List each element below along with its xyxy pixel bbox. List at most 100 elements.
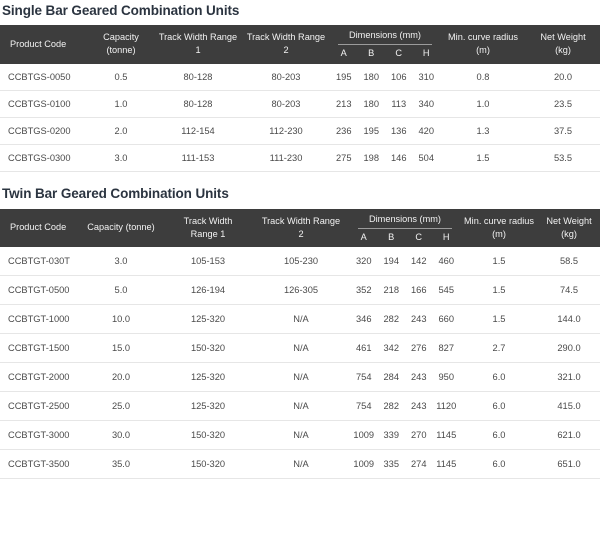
cell-min-curve-radius: 1.5 <box>460 304 538 335</box>
cell-dim-h: 950 <box>438 372 454 383</box>
cell-min-curve-radius: 1.5 <box>460 247 538 277</box>
cell-dim-c: 243 <box>410 314 427 325</box>
cell-track-width-range-1: 105-153 <box>164 247 252 277</box>
cell-track-width-range-2: 112-230 <box>242 117 330 145</box>
col-header-dimensions-group: Dimensions (mm) A B C H <box>330 25 440 64</box>
cell-dim-a: 275 <box>335 152 352 163</box>
table-row: CCBTGS-0200 2.0 112-154 112-230 236 195 … <box>0 117 600 145</box>
table-row: CCBTGS-0050 0.5 80-128 80-203 195 180 10… <box>0 63 600 91</box>
cell-capacity: 2.0 <box>88 117 154 145</box>
table-row: CCBTGT-030T 3.0 105-153 105-230 320 194 … <box>0 247 600 277</box>
cell-product-code: CCBTGS-0050 <box>0 63 88 91</box>
col-header-min-curve-radius: Min. curve radius (m) <box>440 25 526 64</box>
cell-track-width-range-1: 80-128 <box>154 63 242 91</box>
col-header-track-width-range-2: Track Width Range 2 <box>252 208 350 248</box>
cell-net-weight: 290.0 <box>538 333 600 364</box>
cell-net-weight: 144.0 <box>538 304 600 335</box>
cell-dim-c: 270 <box>410 430 427 441</box>
cell-net-weight: 53.5 <box>526 144 600 172</box>
cell-dim-c: 243 <box>410 372 427 383</box>
cell-track-width-range-2: 126-305 <box>252 275 350 306</box>
cell-capacity: 15.0 <box>78 333 164 364</box>
cell-min-curve-radius: 1.0 <box>440 90 526 118</box>
cell-track-width-range-2: N/A <box>252 304 350 335</box>
cell-dim-b: 282 <box>383 314 399 325</box>
spec-tables-page: Single Bar Geared Combination Units Prod… <box>0 0 600 548</box>
cell-dim-h: 460 <box>438 256 454 267</box>
cell-track-width-range-2: N/A <box>252 391 350 422</box>
single-bar-table-body: CCBTGS-0050 0.5 80-128 80-203 195 180 10… <box>0 63 600 172</box>
dimensions-group-label: Dimensions (mm) <box>349 30 421 40</box>
cell-min-curve-radius: 6.0 <box>460 362 538 393</box>
cell-dim-b: 198 <box>363 152 379 163</box>
cell-dim-b: 284 <box>383 372 399 383</box>
col-header-dim-c: C <box>395 48 403 59</box>
cell-track-width-range-1: 150-320 <box>164 420 252 451</box>
col-header-track-width-range-2: Track Width Range 2 <box>242 25 330 64</box>
cell-dim-h: 660 <box>438 314 454 325</box>
cell-capacity: 1.0 <box>88 90 154 118</box>
cell-dim-b: 218 <box>383 285 399 296</box>
table-row: CCBTGT-1500 15.0 150-320 N/A 461 342 276… <box>0 333 600 364</box>
table-row: CCBTGT-3500 35.0 150-320 N/A 1009 335 27… <box>0 449 600 480</box>
cell-dim-h: 420 <box>418 125 434 136</box>
cell-dimensions: 754 284 243 950 <box>350 362 460 393</box>
single-bar-spec-table: Product Code Capacity (tonne) Track Widt… <box>0 25 600 172</box>
table-row: CCBTGT-1000 10.0 125-320 N/A 346 282 243… <box>0 304 600 335</box>
cell-track-width-range-1: 125-320 <box>164 362 252 393</box>
cell-min-curve-radius: 0.8 <box>440 63 526 91</box>
cell-dim-b: 194 <box>383 256 399 267</box>
cell-net-weight: 651.0 <box>538 449 600 480</box>
cell-net-weight: 321.0 <box>538 362 600 393</box>
cell-dim-a: 346 <box>355 314 372 325</box>
table-row: CCBTGT-3000 30.0 150-320 N/A 1009 339 27… <box>0 420 600 451</box>
cell-track-width-range-2: N/A <box>252 333 350 364</box>
cell-product-code: CCBTGT-2500 <box>0 391 78 422</box>
twin-bar-spec-table: Product Code Capacity (tonne) Track Widt… <box>0 208 600 480</box>
cell-dim-a: 1009 <box>353 430 375 441</box>
cell-track-width-range-2: 105-230 <box>252 247 350 277</box>
cell-product-code: CCBTGT-3000 <box>0 420 78 451</box>
cell-dim-h: 340 <box>418 98 434 109</box>
col-header-dim-a: A <box>340 48 347 59</box>
cell-track-width-range-1: 80-128 <box>154 90 242 118</box>
cell-min-curve-radius: 1.5 <box>460 275 538 306</box>
cell-dimensions: 236 195 136 420 <box>330 117 440 145</box>
cell-dimensions: 1009 335 274 1145 <box>350 449 460 480</box>
col-header-min-curve-radius: Min. curve radius (m) <box>460 208 538 248</box>
cell-dim-c: 106 <box>390 71 407 82</box>
cell-min-curve-radius: 2.7 <box>460 333 538 364</box>
cell-dim-c: 274 <box>410 459 427 470</box>
cell-dim-h: 545 <box>438 285 454 296</box>
cell-dim-b: 180 <box>363 98 379 109</box>
cell-dim-c: 146 <box>390 152 407 163</box>
cell-dim-h: 1145 <box>436 430 457 441</box>
cell-dim-h: 1145 <box>436 459 457 470</box>
cell-capacity: 20.0 <box>78 362 164 393</box>
cell-dimensions: 275 198 146 504 <box>330 144 440 172</box>
col-header-dim-b: B <box>388 232 395 243</box>
cell-track-width-range-1: 125-320 <box>164 304 252 335</box>
cell-dimensions: 195 180 106 310 <box>330 63 440 91</box>
cell-capacity: 3.0 <box>78 247 164 277</box>
cell-dim-c: 166 <box>410 285 427 296</box>
table-row: CCBTGT-0500 5.0 126-194 126-305 352 218 … <box>0 275 600 306</box>
cell-net-weight: 23.5 <box>526 90 600 118</box>
cell-dimensions: 352 218 166 545 <box>350 275 460 306</box>
cell-track-width-range-1: 126-194 <box>164 275 252 306</box>
cell-capacity: 10.0 <box>78 304 164 335</box>
col-header-dim-b: B <box>368 48 375 59</box>
cell-product-code: CCBTGT-030T <box>0 247 78 277</box>
table-row: CCBTGT-2500 25.0 125-320 N/A 754 282 243… <box>0 391 600 422</box>
cell-track-width-range-2: 80-203 <box>242 63 330 91</box>
cell-dim-b: 342 <box>383 343 399 354</box>
cell-dim-b: 282 <box>383 401 399 412</box>
page-title-twin-bar: Twin Bar Geared Combination Units <box>2 185 229 201</box>
cell-product-code: CCBTGT-3500 <box>0 449 78 480</box>
cell-dimensions: 1009 339 270 1145 <box>350 420 460 451</box>
cell-track-width-range-1: 111-153 <box>154 144 242 172</box>
cell-net-weight: 415.0 <box>538 391 600 422</box>
cell-capacity: 0.5 <box>88 63 154 91</box>
cell-dim-c: 142 <box>410 256 427 267</box>
col-header-net-weight: Net Weight (kg) <box>526 25 600 64</box>
